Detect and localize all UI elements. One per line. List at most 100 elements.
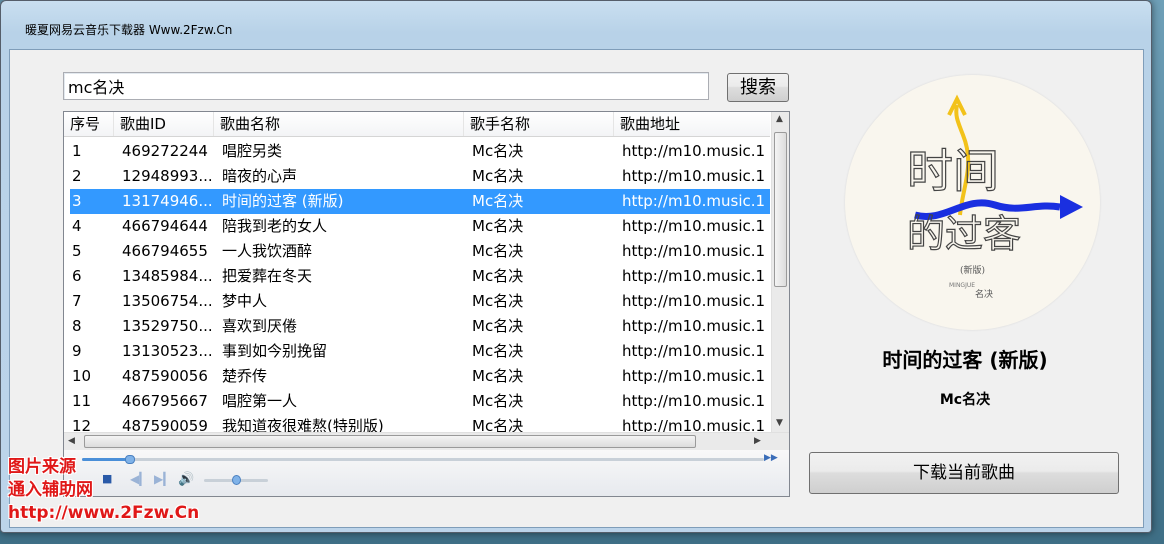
watermark-line2: 通入辅助网 xyxy=(8,480,93,500)
now-playing-artist: Mc名决 xyxy=(939,392,991,408)
cell-url: http://m10.music.1 xyxy=(622,217,766,235)
cell-artist: Mc名决 xyxy=(472,142,524,160)
cell-artist: Mc名决 xyxy=(472,267,524,285)
cell-index: 9 xyxy=(72,342,82,360)
window-title: 暖夏网易云音乐下载器 Www.2Fzw.Cn xyxy=(25,23,233,37)
song-list[interactable]: 序号 歌曲ID 歌曲名称 歌手名称 歌曲地址 1 469272244 唱腔另类 Mc名… xyxy=(63,111,790,497)
cell-url: http://m10.music.1 xyxy=(622,267,766,285)
vertical-scrollbar[interactable]: ▲ ▼ xyxy=(771,112,789,432)
table-row[interactable]: 6 13485984... 把爱葬在冬天 Mc名决 http://m10.music.1 xyxy=(70,264,770,289)
watermark-line3: http://www.2Fzw.Cn xyxy=(8,503,200,523)
cell-url: http://m10.music.1 xyxy=(622,342,766,360)
cell-song-id: 13130523... xyxy=(122,342,213,360)
column-header-artist[interactable]: 歌手名称 xyxy=(464,112,614,136)
cell-artist: Mc名决 xyxy=(472,217,524,235)
table-row[interactable]: 1 469272244 唱腔另类 Mc名决 http://m10.music.1 xyxy=(70,139,770,164)
scroll-left-arrow-icon[interactable]: ◀ xyxy=(68,436,75,446)
column-header-index[interactable]: 序号 xyxy=(64,112,114,136)
scroll-right-arrow-icon[interactable]: ▶ xyxy=(754,436,761,446)
fast-forward-icon[interactable]: ▶▶ xyxy=(764,453,778,463)
table-row[interactable]: 7 13506754... 梦中人 Mc名决 http://m10.music.1 xyxy=(70,289,770,314)
list-rows: 1 469272244 唱腔另类 Mc名决 http://m10.music.1 2 129… xyxy=(70,139,770,439)
search-button[interactable]: 搜索 xyxy=(727,73,789,102)
cell-url: http://m10.music.1 xyxy=(622,392,766,410)
cell-song-id: 469272244 xyxy=(122,142,208,160)
cover-subtitle: (新版) xyxy=(960,264,985,276)
cover-title-line2: 的过客 xyxy=(907,212,1021,256)
table-row[interactable]: 9 13130523... 事到如今别挽留 Mc名决 http://m10.music.… xyxy=(70,339,770,364)
cell-artist: Mc名决 xyxy=(472,192,524,210)
table-row[interactable]: 11 466795667 唱腔第一人 Mc名决 http://m10.music.1 xyxy=(70,389,770,414)
cell-song-name: 把爱葬在冬天 xyxy=(222,267,313,285)
cell-index: 11 xyxy=(72,392,92,410)
vertical-scroll-thumb[interactable] xyxy=(774,132,787,287)
cell-song-id: 13529750... xyxy=(122,317,213,335)
cell-url: http://m10.music.1 xyxy=(622,242,766,260)
horizontal-scroll-thumb[interactable] xyxy=(84,435,696,448)
download-current-song-button[interactable]: 下载当前歌曲 xyxy=(809,452,1119,494)
horizontal-scrollbar[interactable]: ◀ ▶ xyxy=(64,432,789,450)
cell-index: 4 xyxy=(72,217,82,235)
cell-song-id: 466794655 xyxy=(122,242,208,260)
cell-artist: Mc名决 xyxy=(472,317,524,335)
table-row[interactable]: 8 13529750... 喜欢到厌倦 Mc名决 http://m10.music.1 xyxy=(70,314,770,339)
now-playing-title: 时间的过客 (新版) xyxy=(882,348,1048,372)
cell-song-name: 陪我到老的女人 xyxy=(222,217,328,235)
cell-url: http://m10.music.1 xyxy=(622,142,766,160)
volume-handle[interactable] xyxy=(232,475,241,485)
watermark: 图片来源 通入辅助网 http://www.2Fzw.Cn xyxy=(8,456,199,525)
cell-artist: Mc名决 xyxy=(472,342,524,360)
cell-index: 7 xyxy=(72,292,82,310)
cell-song-name: 楚乔传 xyxy=(222,367,268,385)
cell-song-id: 487590056 xyxy=(122,367,208,385)
cell-index: 3 xyxy=(72,192,82,210)
cell-song-id: 466795667 xyxy=(122,392,208,410)
cell-artist: Mc名决 xyxy=(472,242,524,260)
cell-song-id: 13174946... xyxy=(122,192,213,210)
cell-artist: Mc名决 xyxy=(472,392,524,410)
table-row[interactable]: 10 487590056 楚乔传 Mc名决 http://m10.music.1 xyxy=(70,364,770,389)
cell-index: 8 xyxy=(72,317,82,335)
scroll-down-arrow-icon[interactable]: ▼ xyxy=(776,418,783,428)
cell-song-name: 喜欢到厌倦 xyxy=(222,317,298,335)
column-header-url[interactable]: 歌曲地址 xyxy=(614,112,770,136)
cell-song-name: 唱腔第一人 xyxy=(222,392,298,410)
table-row[interactable]: 3 13174946... 时间的过客 (新版) Mc名决 http://m10.mus… xyxy=(70,189,770,214)
cell-url: http://m10.music.1 xyxy=(622,292,766,310)
window-titlebar[interactable]: 暖夏网易云音乐下载器 Www.2Fzw.Cn xyxy=(1,1,1151,49)
cell-index: 10 xyxy=(72,367,92,385)
cover-artist: 名决 xyxy=(975,288,993,300)
search-input[interactable] xyxy=(63,72,709,100)
cell-song-id: 12948993... xyxy=(122,167,213,185)
cell-song-name: 一人我饮酒醉 xyxy=(222,242,313,260)
cell-song-name: 暗夜的心声 xyxy=(222,167,298,185)
cell-url: http://m10.music.1 xyxy=(622,167,766,185)
cell-song-id: 13485984... xyxy=(122,267,213,285)
cell-url: http://m10.music.1 xyxy=(622,317,766,335)
cell-index: 1 xyxy=(72,142,82,160)
column-header-song-name[interactable]: 歌曲名称 xyxy=(214,112,464,136)
table-row[interactable]: 4 466794644 陪我到老的女人 Mc名决 http://m10.music.1 xyxy=(70,214,770,239)
cell-index: 6 xyxy=(72,267,82,285)
cell-song-name: 唱腔另类 xyxy=(222,142,283,160)
cell-artist: Mc名决 xyxy=(472,167,524,185)
table-row[interactable]: 2 12948993... 暗夜的心声 Mc名决 http://m10.music.1 xyxy=(70,164,770,189)
cell-url: http://m10.music.1 xyxy=(622,367,766,385)
album-cover: 时间 的过客 (新版) MINGJUE 名决 xyxy=(845,75,1100,330)
scroll-up-arrow-icon[interactable]: ▲ xyxy=(776,114,783,124)
watermark-line1: 图片来源 xyxy=(8,457,76,477)
cell-song-name: 时间的过客 (新版) xyxy=(222,192,344,210)
cell-artist: Mc名决 xyxy=(472,367,524,385)
cell-artist: Mc名决 xyxy=(472,292,524,310)
cell-index: 5 xyxy=(72,242,82,260)
cell-song-id: 466794644 xyxy=(122,217,208,235)
volume-slider[interactable] xyxy=(204,475,268,485)
cell-index: 2 xyxy=(72,167,82,185)
table-row[interactable]: 5 466794655 一人我饮酒醉 Mc名决 http://m10.music.1 xyxy=(70,239,770,264)
cell-song-name: 梦中人 xyxy=(222,292,268,310)
list-header: 序号 歌曲ID 歌曲名称 歌手名称 歌曲地址 xyxy=(64,112,770,137)
cell-song-name: 事到如今别挽留 xyxy=(222,342,328,360)
app-window: 暖夏网易云音乐下载器 Www.2Fzw.Cn 搜索 序号 歌曲ID 歌曲名称 歌… xyxy=(0,0,1152,533)
column-header-song-id[interactable]: 歌曲ID xyxy=(114,112,214,136)
album-cover-art: 时间 的过客 (新版) MINGJUE 名决 xyxy=(906,94,1083,300)
